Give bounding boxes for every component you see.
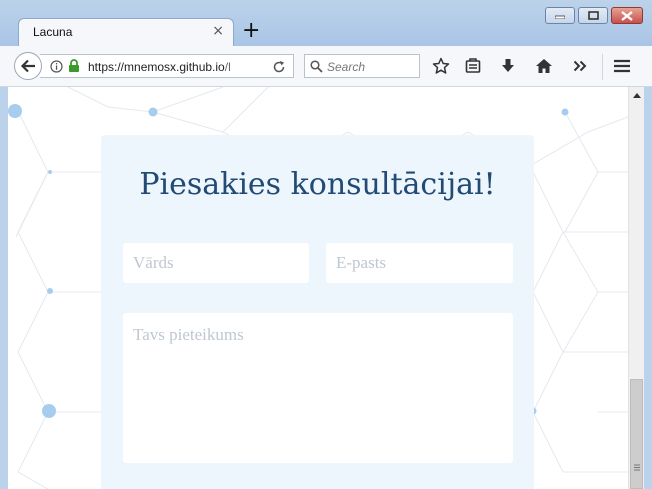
download-icon[interactable]: [498, 56, 518, 76]
navigation-toolbar: https://mnemosx.github.io/l Search: [0, 46, 652, 87]
grip-icon: [634, 464, 640, 471]
name-field[interactable]: [123, 243, 309, 283]
close-icon: [621, 10, 633, 21]
search-field[interactable]: Search: [304, 54, 420, 78]
maximize-button[interactable]: [578, 7, 608, 24]
back-button[interactable]: [14, 52, 42, 80]
reading-list-icon[interactable]: [463, 56, 483, 76]
tab-lacuna[interactable]: Lacuna ×: [18, 18, 234, 46]
back-arrow-icon: [20, 59, 35, 73]
home-icon[interactable]: [534, 56, 554, 76]
address-bar[interactable]: https://mnemosx.github.io/l: [40, 54, 294, 78]
tab-title: Lacuna: [33, 25, 73, 39]
minimize-button[interactable]: [545, 7, 575, 24]
scroll-up-arrow-icon: [632, 92, 641, 98]
page-viewport: Piesakies konsultācijai!: [8, 87, 628, 489]
message-textarea[interactable]: [123, 313, 513, 463]
scroll-thumb[interactable]: [630, 379, 643, 489]
overflow-chevron-icon[interactable]: [570, 56, 590, 76]
tab-close-icon[interactable]: ×: [212, 23, 224, 39]
reload-icon[interactable]: [272, 60, 286, 74]
page-title: Piesakies konsultācijai!: [139, 167, 496, 202]
close-window-button[interactable]: [611, 7, 643, 24]
new-tab-button[interactable]: +: [242, 17, 260, 45]
scroll-up-button[interactable]: [629, 87, 644, 103]
toolbar-separator: [602, 54, 603, 80]
search-icon: [310, 60, 323, 73]
minimize-icon: [555, 15, 565, 19]
url-text[interactable]: https://mnemosx.github.io/l: [88, 60, 231, 74]
url-path: /l: [224, 60, 231, 74]
hamburger-menu-icon[interactable]: [612, 56, 632, 76]
restore-icon: [587, 11, 599, 20]
url-host: https://mnemosx.github.io: [88, 60, 225, 74]
vertical-scrollbar[interactable]: [628, 87, 644, 489]
title-bar: Lacuna × +: [0, 0, 652, 46]
email-field[interactable]: [326, 243, 513, 283]
bookmark-star-icon[interactable]: [431, 56, 451, 76]
window-frame-left: [0, 87, 8, 489]
lock-icon[interactable]: [68, 59, 80, 73]
info-icon[interactable]: [50, 60, 63, 73]
window-frame-right: [644, 87, 652, 489]
consultation-form-card: Piesakies konsultācijai!: [101, 135, 534, 489]
search-placeholder: Search: [327, 60, 366, 74]
